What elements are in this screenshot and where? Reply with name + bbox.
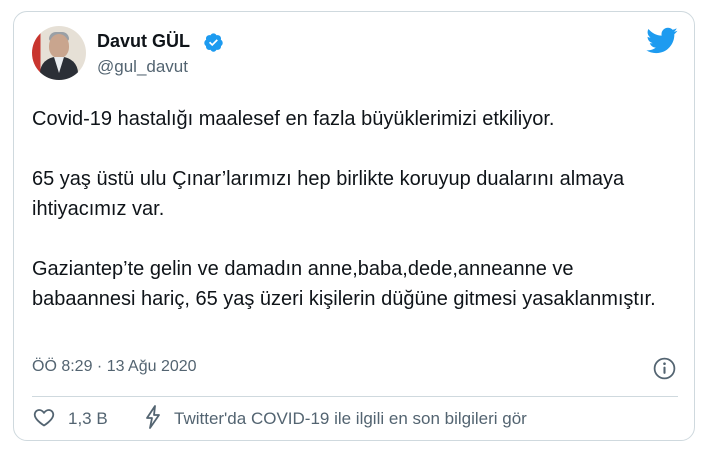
avatar[interactable] xyxy=(32,26,86,80)
avatar-face xyxy=(49,34,69,58)
tweet-text: Covid-19 hastalığı maalesef en fazla büy… xyxy=(32,108,656,310)
author-display-name[interactable]: Davut GÜL xyxy=(97,31,190,52)
verified-badge-icon xyxy=(204,33,223,52)
covid-info-link[interactable]: Twitter'da COVID-19 ile ilgili en son bi… xyxy=(174,409,527,429)
tweet-timestamp[interactable]: ÖÖ 8:29 · 13 Ağu 2020 xyxy=(32,358,197,376)
tweet-card: Davut GÜL @gul_davut Covid-19 hastalığı … xyxy=(13,11,695,441)
divider xyxy=(32,396,678,397)
lightning-bolt-icon[interactable] xyxy=(141,404,165,430)
info-icon[interactable] xyxy=(652,356,677,381)
like-count[interactable]: 1,3 B xyxy=(68,409,108,429)
heart-icon[interactable] xyxy=(32,405,56,429)
twitter-bird-icon[interactable] xyxy=(645,24,678,57)
author-handle[interactable]: @gul_davut xyxy=(97,57,188,77)
